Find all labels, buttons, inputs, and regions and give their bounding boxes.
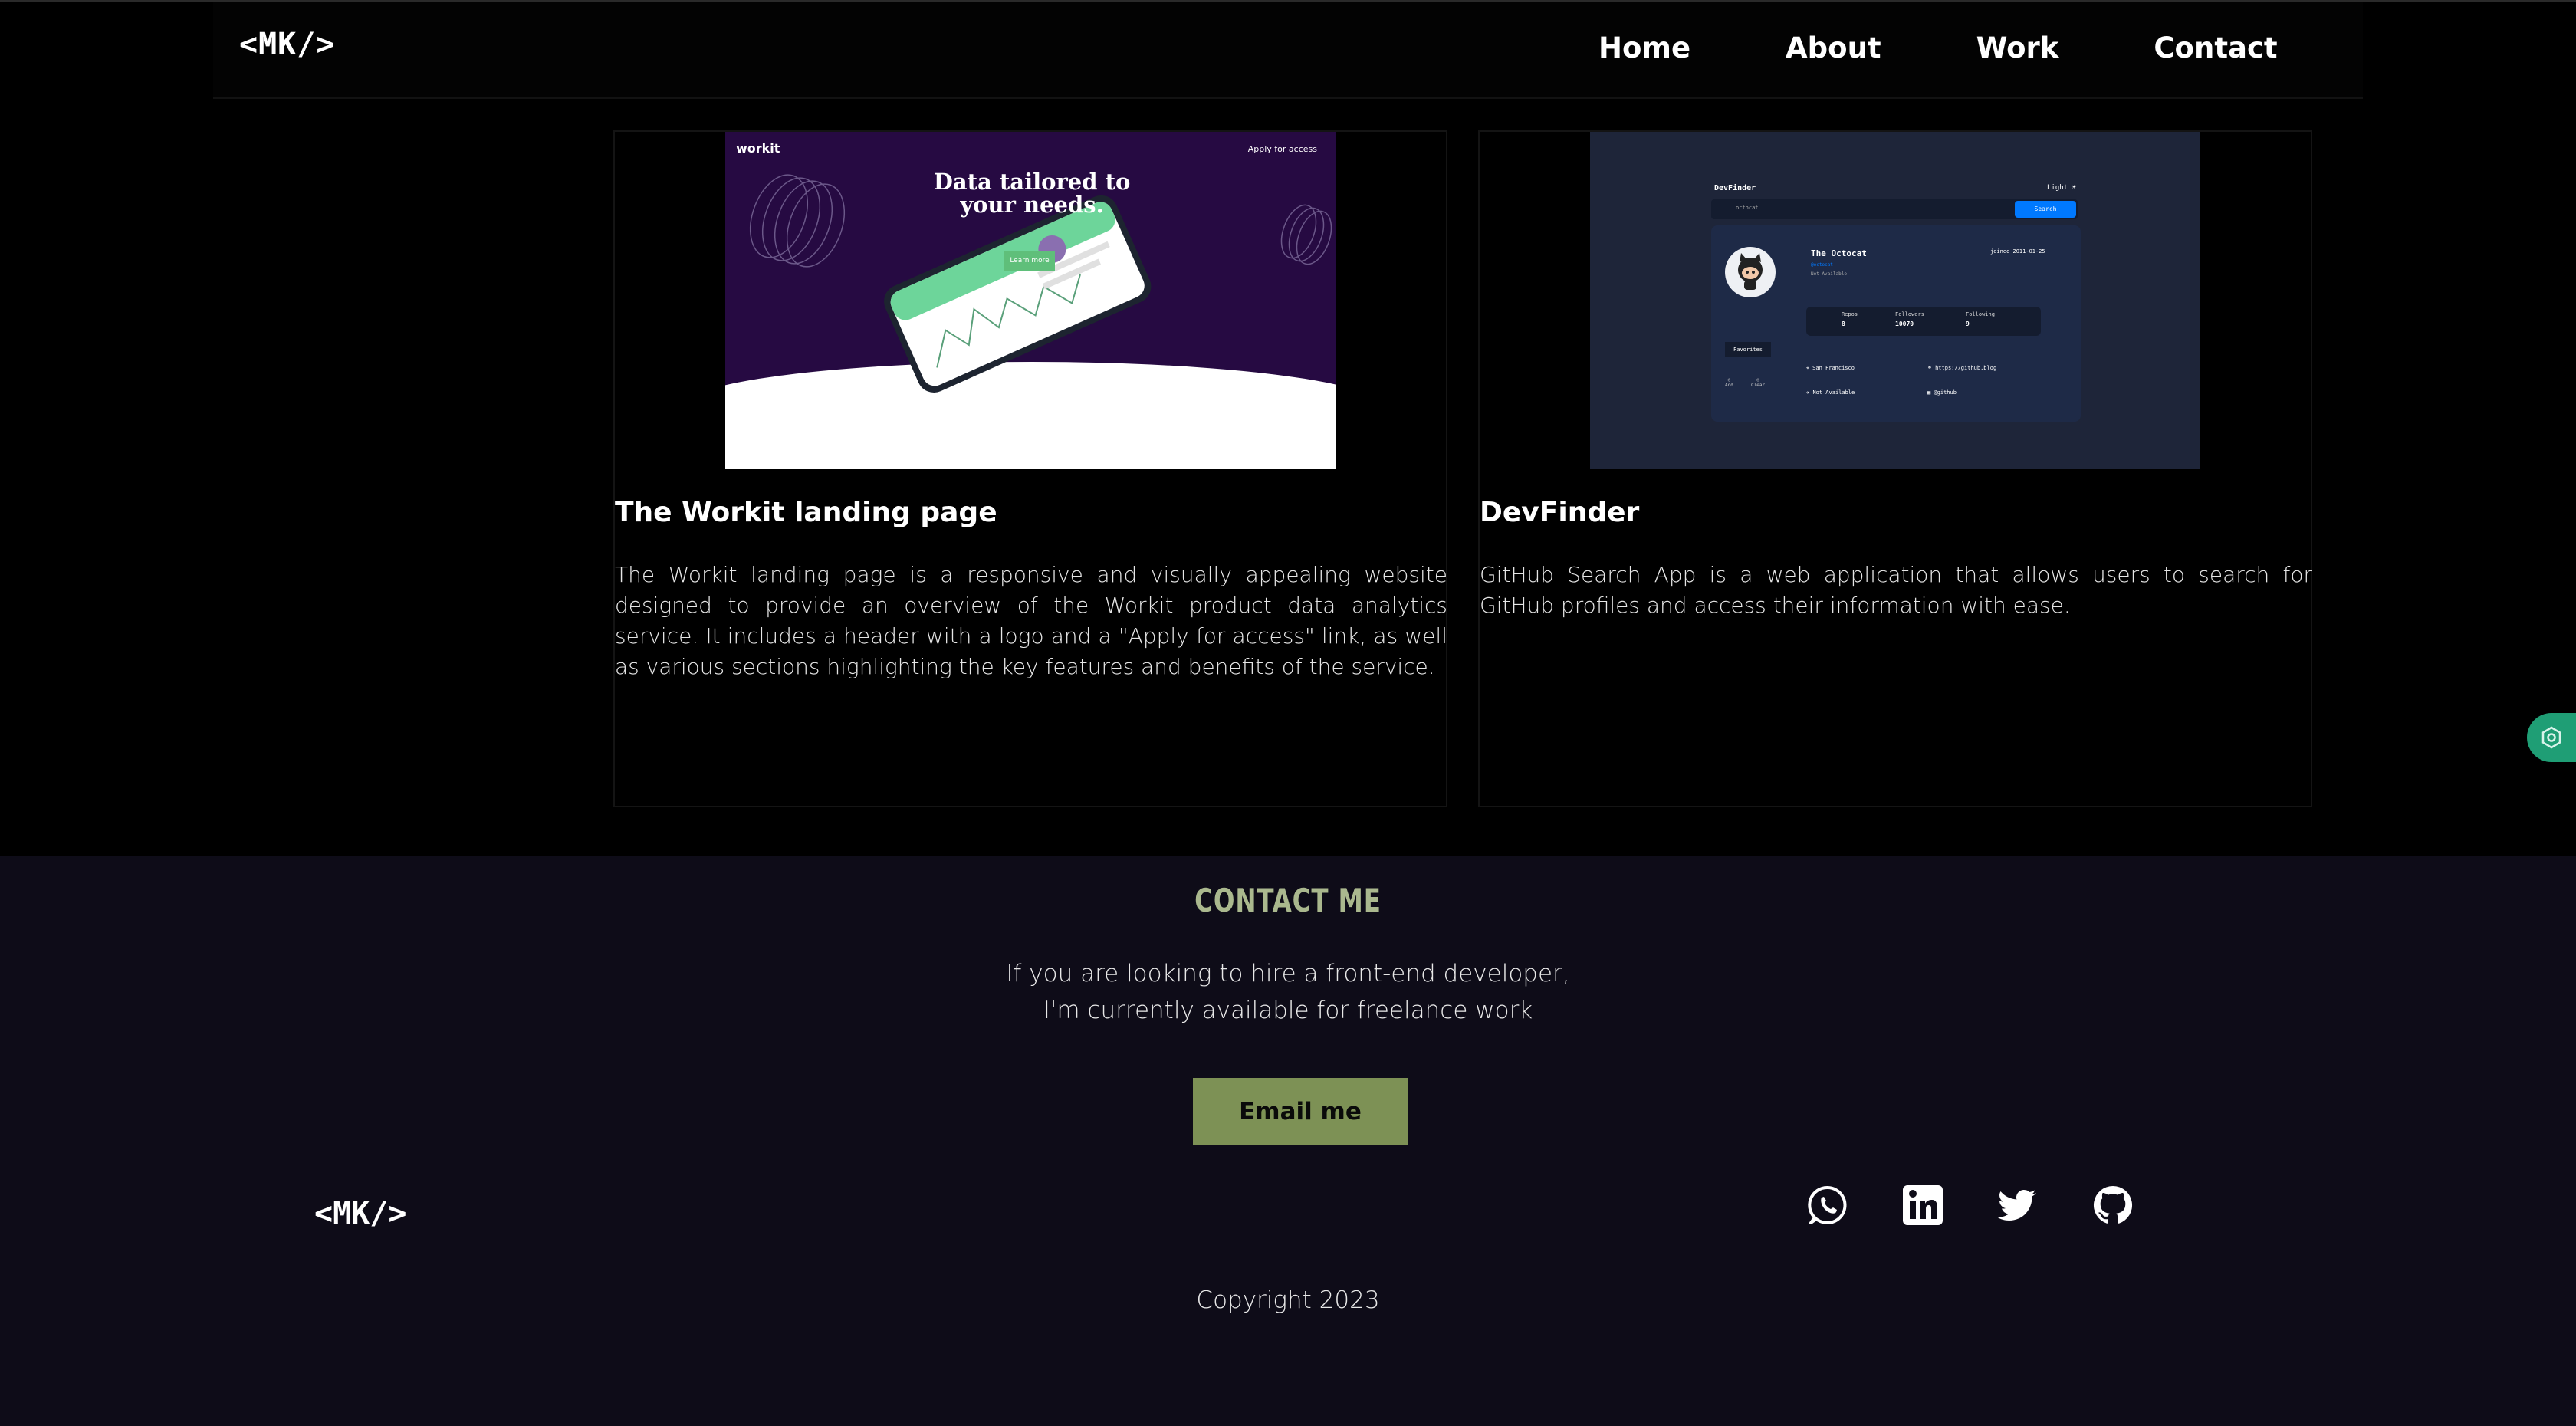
workit-headline: Data tailored to your needs. bbox=[933, 169, 1131, 218]
octocat-avatar bbox=[1725, 247, 1776, 297]
project-description: GitHub Search App is a web application t… bbox=[1480, 562, 2312, 618]
contact-title: CONTACT ME bbox=[1194, 882, 1382, 919]
profile-name: The Octocat bbox=[1811, 248, 1867, 258]
workit-logo: workit bbox=[736, 141, 780, 156]
profile-twitter: ✈ Not Available bbox=[1806, 389, 1855, 396]
profile-bio: Not Available bbox=[1811, 271, 1847, 277]
profile-card: The Octocat joined 2011-01-25 @octocat N… bbox=[1711, 225, 2081, 422]
site-logo[interactable]: <MK/> bbox=[239, 27, 335, 62]
mini-clear: ◎ Clear bbox=[1751, 377, 1766, 388]
project-thumbnail-devfinder[interactable]: DevFinder Light ☀ octocat Search The Oct… bbox=[1590, 132, 2200, 469]
social-links bbox=[1806, 1184, 2134, 1227]
devfinder-search-button: Search bbox=[2015, 201, 2076, 218]
profile-location: ⌖ San Francisco bbox=[1806, 365, 1855, 371]
stat-following: Following 9 bbox=[1966, 311, 1995, 327]
project-card-workit[interactable]: workit Apply for access Data tailored to… bbox=[613, 130, 1447, 807]
octocat-icon bbox=[1738, 253, 1763, 290]
contact-footer: CONTACT ME If you are looking to hire a … bbox=[0, 856, 2576, 1426]
twitter-icon[interactable] bbox=[1996, 1184, 2039, 1227]
workit-apply-link: Apply for access bbox=[1247, 144, 1317, 154]
theme-toggle: Light ☀ bbox=[2047, 184, 2076, 192]
profile-handle: @octocat bbox=[1811, 262, 1833, 268]
linkedin-icon[interactable] bbox=[1901, 1184, 1944, 1227]
main-nav: Home About Work Contact bbox=[1598, 31, 2278, 64]
project-thumbnail-workit[interactable]: workit Apply for access Data tailored to… bbox=[725, 132, 1336, 469]
settings-widget[interactable] bbox=[2527, 713, 2576, 762]
project-card-devfinder[interactable]: DevFinder Light ☀ octocat Search The Oct… bbox=[1478, 130, 2312, 807]
nav-about[interactable]: About bbox=[1786, 31, 1881, 64]
nav-home[interactable]: Home bbox=[1598, 31, 1691, 64]
whatsapp-icon[interactable] bbox=[1806, 1184, 1849, 1227]
mini-add: ◎ Add bbox=[1725, 377, 1733, 388]
copyright-text: Copyright 2023 bbox=[1196, 1286, 1380, 1314]
stat-repos: Repos 8 bbox=[1842, 311, 1858, 327]
email-me-button[interactable]: Email me bbox=[1193, 1078, 1408, 1145]
profile-company: ▦ @github bbox=[1927, 389, 1957, 396]
profile-stats: Repos 8 Followers 10070 Following 9 bbox=[1806, 307, 2041, 336]
github-icon[interactable] bbox=[2091, 1184, 2134, 1227]
site-header: <MK/> Home About Work Contact bbox=[213, 2, 2363, 99]
project-title: The Workit landing page bbox=[615, 497, 997, 528]
devfinder-title: DevFinder bbox=[1714, 184, 1756, 192]
profile-joined: joined 2011-01-25 bbox=[1990, 248, 2045, 255]
project-description: The Workit landing page is a responsive … bbox=[615, 562, 1447, 679]
nav-work[interactable]: Work bbox=[1976, 31, 2059, 64]
stat-followers: Followers 10070 bbox=[1895, 311, 1924, 327]
workit-learn-button: Learn more bbox=[1004, 251, 1055, 271]
profile-blog: ⚭ https://github.blog bbox=[1927, 365, 1997, 371]
contact-line-2: I'm currently available for freelance wo… bbox=[1043, 997, 1533, 1024]
contact-line-1: If you are looking to hire a front-end d… bbox=[1006, 960, 1570, 987]
favorites-button: Favorites bbox=[1725, 342, 1771, 357]
footer-logo[interactable]: <MK/> bbox=[314, 1196, 406, 1231]
contact-text: If you are looking to hire a front-end d… bbox=[0, 955, 2576, 1029]
hexagon-gear-icon bbox=[2542, 726, 2561, 749]
project-title: DevFinder bbox=[1480, 497, 1640, 528]
nav-contact[interactable]: Contact bbox=[2154, 31, 2277, 64]
